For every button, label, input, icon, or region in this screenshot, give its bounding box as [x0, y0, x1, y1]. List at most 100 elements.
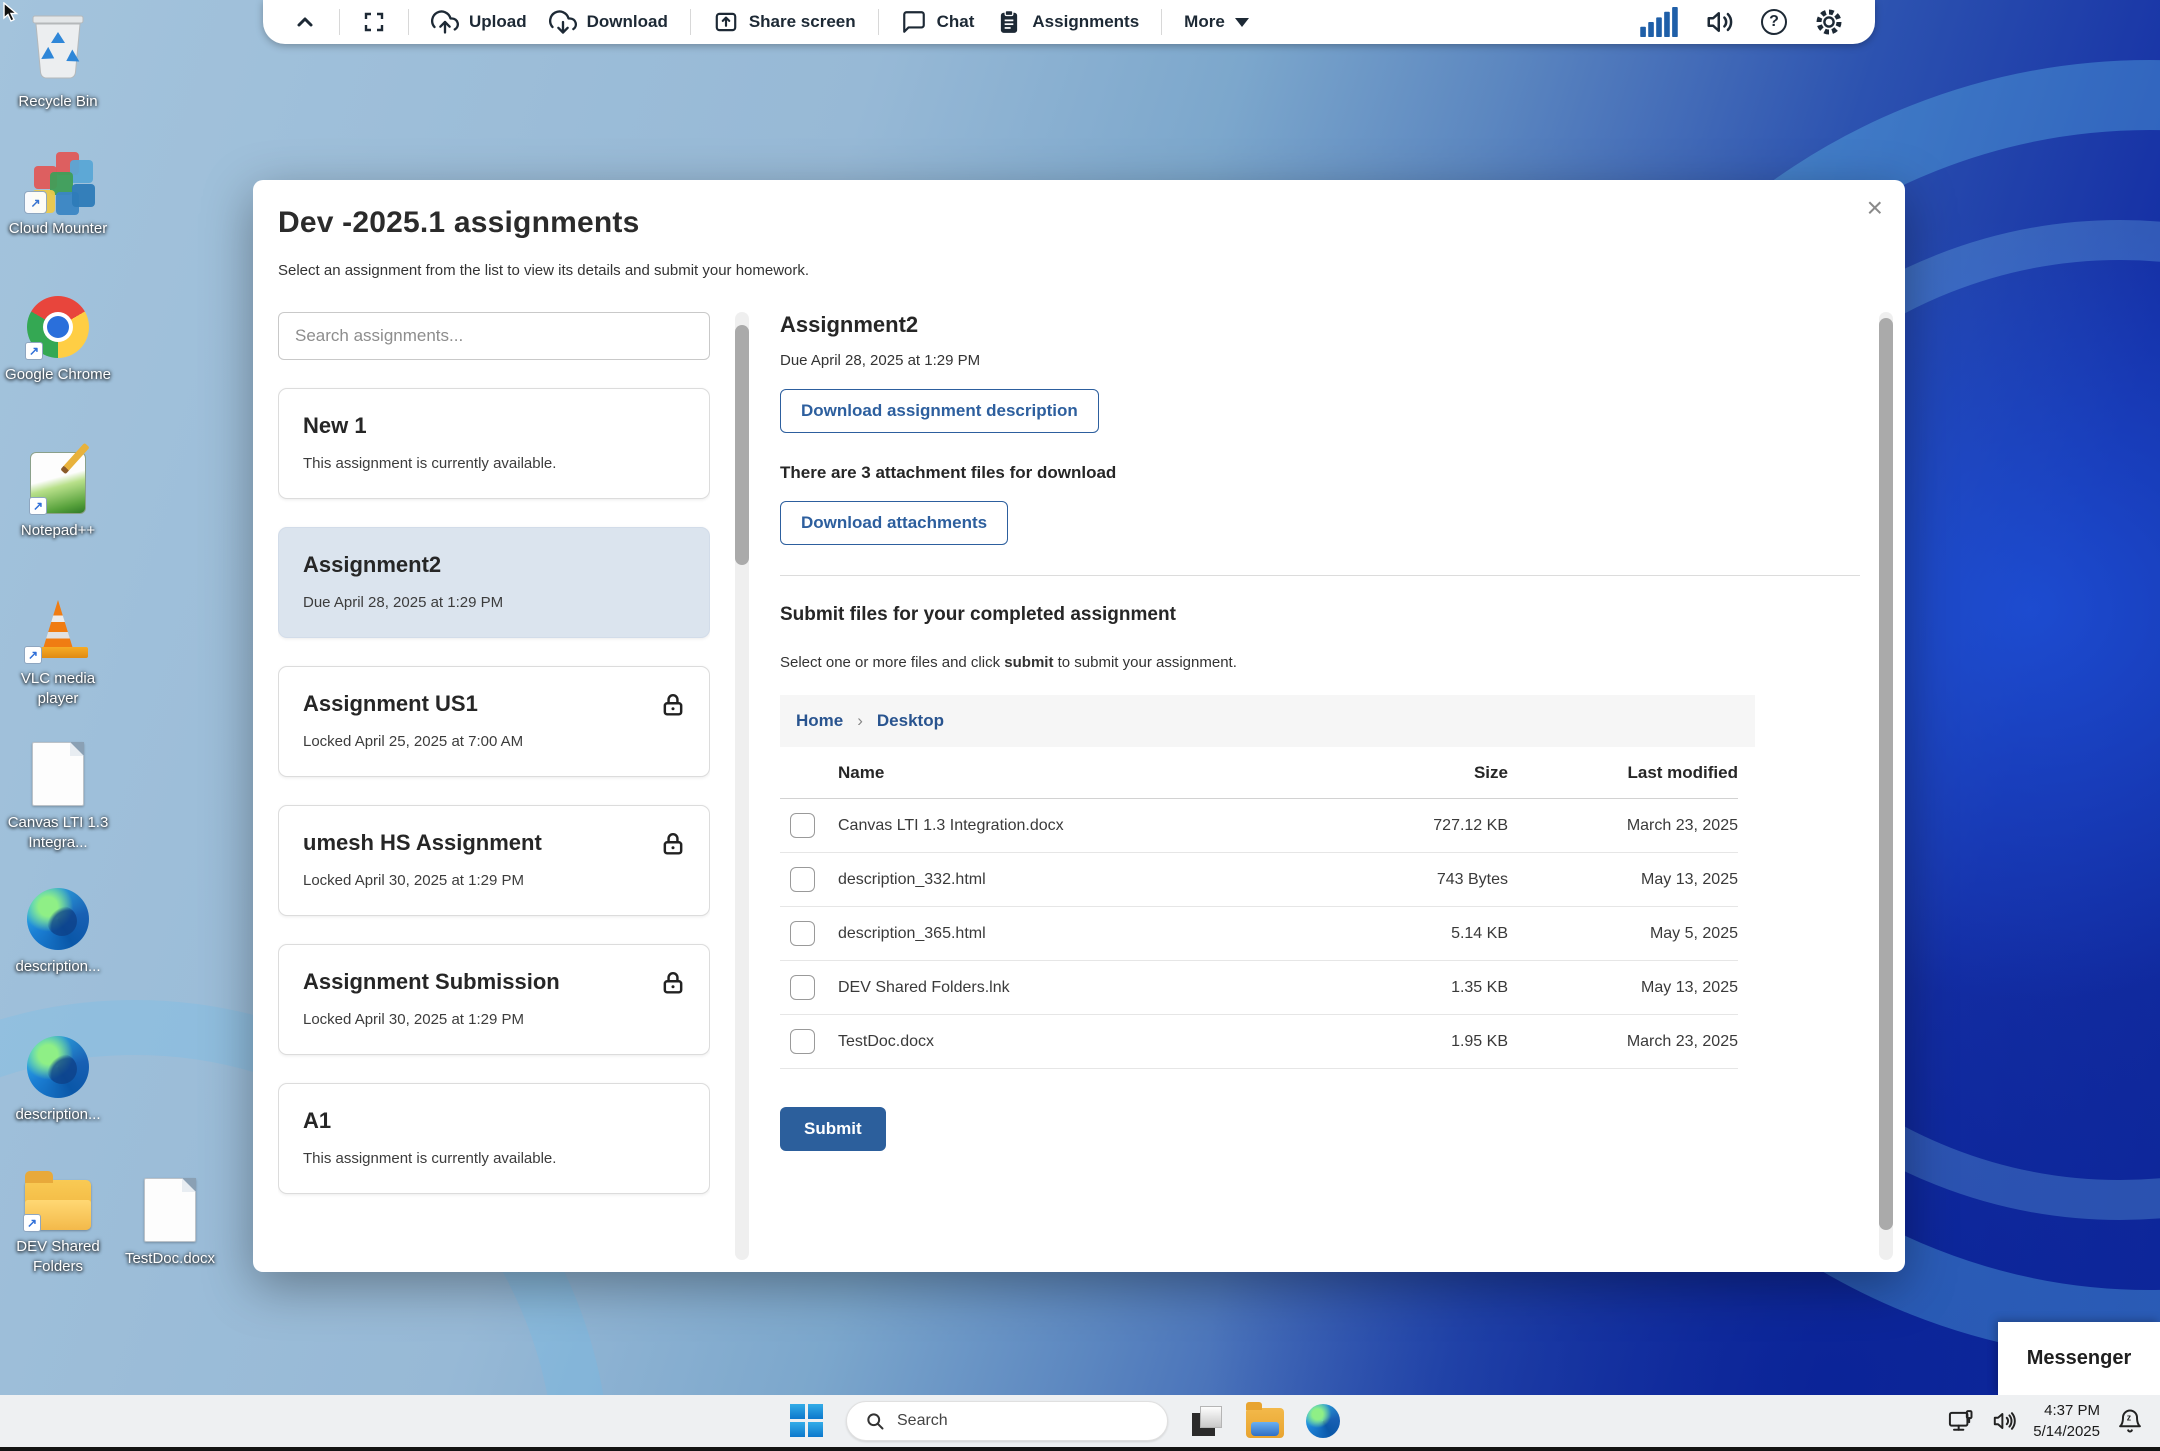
- desktop-icon-label: Canvas LTI 1.3 Integra...: [2, 813, 114, 854]
- help-icon[interactable]: ?: [1761, 9, 1787, 35]
- assignment-card-status: Due April 28, 2025 at 1:29 PM: [303, 594, 685, 611]
- display-network-icon[interactable]: [1947, 1407, 1975, 1435]
- detail-title: Assignment2: [780, 312, 1860, 338]
- desktop-icon-google-chrome[interactable]: ↗ Google Chrome: [2, 296, 114, 385]
- shortcut-arrow-icon: ↗: [29, 497, 47, 515]
- shortcut-arrow-icon: ↗: [24, 191, 47, 214]
- shortcut-arrow-icon: ↗: [23, 1214, 41, 1232]
- assignment-card-title: Assignment2: [303, 552, 685, 578]
- file-checkbox[interactable]: [790, 921, 815, 946]
- more-button[interactable]: More: [1184, 12, 1249, 32]
- file-modified: May 5, 2025: [1508, 925, 1738, 943]
- assignments-button[interactable]: Assignments: [996, 9, 1139, 35]
- cloud-upload-icon: [431, 8, 459, 36]
- edge-browser-icon[interactable]: [1306, 1404, 1340, 1438]
- toolbar-divider: [690, 9, 691, 35]
- assignment-card-assignment-us1[interactable]: Assignment US1 Locked April 25, 2025 at …: [278, 666, 710, 777]
- desktop: Upload Download Share screen Chat Assign…: [0, 0, 2160, 1451]
- session-toolbar: Upload Download Share screen Chat Assign…: [263, 0, 1875, 44]
- start-button[interactable]: [790, 1404, 824, 1438]
- file-size: 1.95 KB: [1348, 1033, 1508, 1051]
- fullscreen-button[interactable]: [362, 10, 386, 34]
- file-table: Name Size Last modified Canvas LTI 1.3 I…: [780, 747, 1738, 1069]
- desktop-icon-vlc[interactable]: ↗ VLC media player: [2, 598, 114, 710]
- desktop-icon-dev-shared-folders[interactable]: ↗ DEV Shared Folders: [2, 1168, 114, 1278]
- download-button[interactable]: Download: [549, 8, 668, 36]
- chat-label: Chat: [937, 12, 975, 32]
- download-attachments-button[interactable]: Download attachments: [780, 501, 1008, 545]
- breadcrumb-desktop-link[interactable]: Desktop: [877, 711, 944, 731]
- messenger-button[interactable]: Messenger: [1998, 1322, 2160, 1395]
- recycle-bin-icon: [26, 8, 90, 85]
- desktop-icon-cloud-mounter[interactable]: ↗ Cloud Mounter: [2, 148, 114, 239]
- upload-button[interactable]: Upload: [431, 8, 527, 36]
- shortcut-arrow-icon: ↗: [24, 646, 42, 664]
- file-checkbox[interactable]: [790, 975, 815, 1000]
- notification-bell-icon[interactable]: z: [2116, 1407, 2144, 1435]
- file-table-header: Name Size Last modified: [780, 747, 1738, 799]
- submit-button[interactable]: Submit: [780, 1107, 886, 1151]
- assignment-card-status: Locked April 25, 2025 at 7:00 AM: [303, 733, 685, 750]
- assignment-card-status: Locked April 30, 2025 at 1:29 PM: [303, 872, 685, 889]
- download-description-button[interactable]: Download assignment description: [780, 389, 1099, 433]
- toolbar-divider: [878, 9, 879, 35]
- assignment-card-assignment2[interactable]: Assignment2 Due April 28, 2025 at 1:29 P…: [278, 527, 710, 638]
- submit-hint: Select one or more files and click submi…: [780, 654, 1860, 671]
- assignment-card-new-1[interactable]: New 1 This assignment is currently avail…: [278, 388, 710, 499]
- column-header-size: Size: [1348, 763, 1508, 783]
- desktop-icon-notepad-plus-plus[interactable]: ↗ Notepad++: [2, 452, 114, 541]
- download-label: Download: [587, 12, 668, 32]
- edge-file-icon: [27, 1036, 89, 1098]
- document-icon: [32, 742, 84, 806]
- dialog-subtitle: Select an assignment from the list to vi…: [278, 262, 809, 279]
- file-explorer-icon[interactable]: [1246, 1408, 1284, 1438]
- assignment-card-title: Assignment US1: [303, 691, 685, 717]
- search-input[interactable]: [278, 312, 710, 360]
- assignment-card-title: umesh HS Assignment: [303, 830, 685, 856]
- desktop-icon-canvas-lti-doc[interactable]: Canvas LTI 1.3 Integra...: [2, 742, 114, 854]
- share-screen-button[interactable]: Share screen: [713, 9, 856, 35]
- settings-gear-icon[interactable]: [1813, 6, 1845, 38]
- file-size: 727.12 KB: [1348, 817, 1508, 835]
- desktop-icon-description-2[interactable]: description...: [2, 1036, 114, 1125]
- vlc-cone-icon: ↗: [26, 598, 90, 662]
- document-icon: [144, 1178, 196, 1242]
- assignment-card-status: This assignment is currently available.: [303, 1150, 685, 1167]
- assignment-list-panel: New 1 This assignment is currently avail…: [278, 312, 710, 1272]
- close-icon[interactable]: ×: [1867, 194, 1883, 222]
- desktop-icon-description-1[interactable]: description...: [2, 888, 114, 977]
- file-size: 5.14 KB: [1348, 925, 1508, 943]
- more-label: More: [1184, 12, 1225, 32]
- column-header-name: Name: [828, 763, 1348, 783]
- desktop-icon-label: VLC media player: [2, 669, 114, 710]
- attachments-count-text: There are 3 attachment files for downloa…: [780, 463, 1860, 483]
- modal-scrollbar[interactable]: [1879, 312, 1893, 1260]
- tray-time: 4:37 PM: [2033, 1400, 2100, 1421]
- table-row: description_332.html 743 Bytes May 13, 2…: [780, 853, 1738, 907]
- breadcrumb-home-link[interactable]: Home: [796, 711, 843, 731]
- chat-button[interactable]: Chat: [901, 9, 975, 35]
- assignment-card-assignment-submission[interactable]: Assignment Submission Locked April 30, 2…: [278, 944, 710, 1055]
- assignment-list-scrollbar[interactable]: [735, 312, 749, 1260]
- file-modified: March 23, 2025: [1508, 1033, 1738, 1051]
- file-size: 743 Bytes: [1348, 871, 1508, 889]
- table-row: DEV Shared Folders.lnk 1.35 KB May 13, 2…: [780, 961, 1738, 1015]
- desktop-icon-label: DEV Shared Folders: [2, 1237, 114, 1278]
- toolbar-divider: [339, 9, 340, 35]
- volume-icon[interactable]: [1705, 7, 1735, 37]
- clock[interactable]: 4:37 PM 5/14/2025: [2033, 1400, 2100, 1442]
- notepad-plus-plus-icon: ↗: [30, 452, 86, 514]
- file-name: description_365.html: [828, 925, 1348, 943]
- collapse-toolbar-button[interactable]: [293, 10, 317, 34]
- shortcut-arrow-icon: ↗: [25, 342, 43, 360]
- assignment-card-a1[interactable]: A1 This assignment is currently availabl…: [278, 1083, 710, 1194]
- taskbar-search[interactable]: Search: [846, 1401, 1168, 1441]
- taskbar-app-squares[interactable]: [1190, 1404, 1224, 1438]
- file-checkbox[interactable]: [790, 867, 815, 892]
- tray-volume-icon[interactable]: [1991, 1408, 2017, 1434]
- assignment-card-umesh-hs[interactable]: umesh HS Assignment Locked April 30, 202…: [278, 805, 710, 916]
- file-checkbox[interactable]: [790, 813, 815, 838]
- desktop-icon-testdoc[interactable]: TestDoc.docx: [114, 1178, 226, 1269]
- desktop-icon-recycle-bin[interactable]: Recycle Bin: [2, 8, 114, 112]
- file-checkbox[interactable]: [790, 1029, 815, 1054]
